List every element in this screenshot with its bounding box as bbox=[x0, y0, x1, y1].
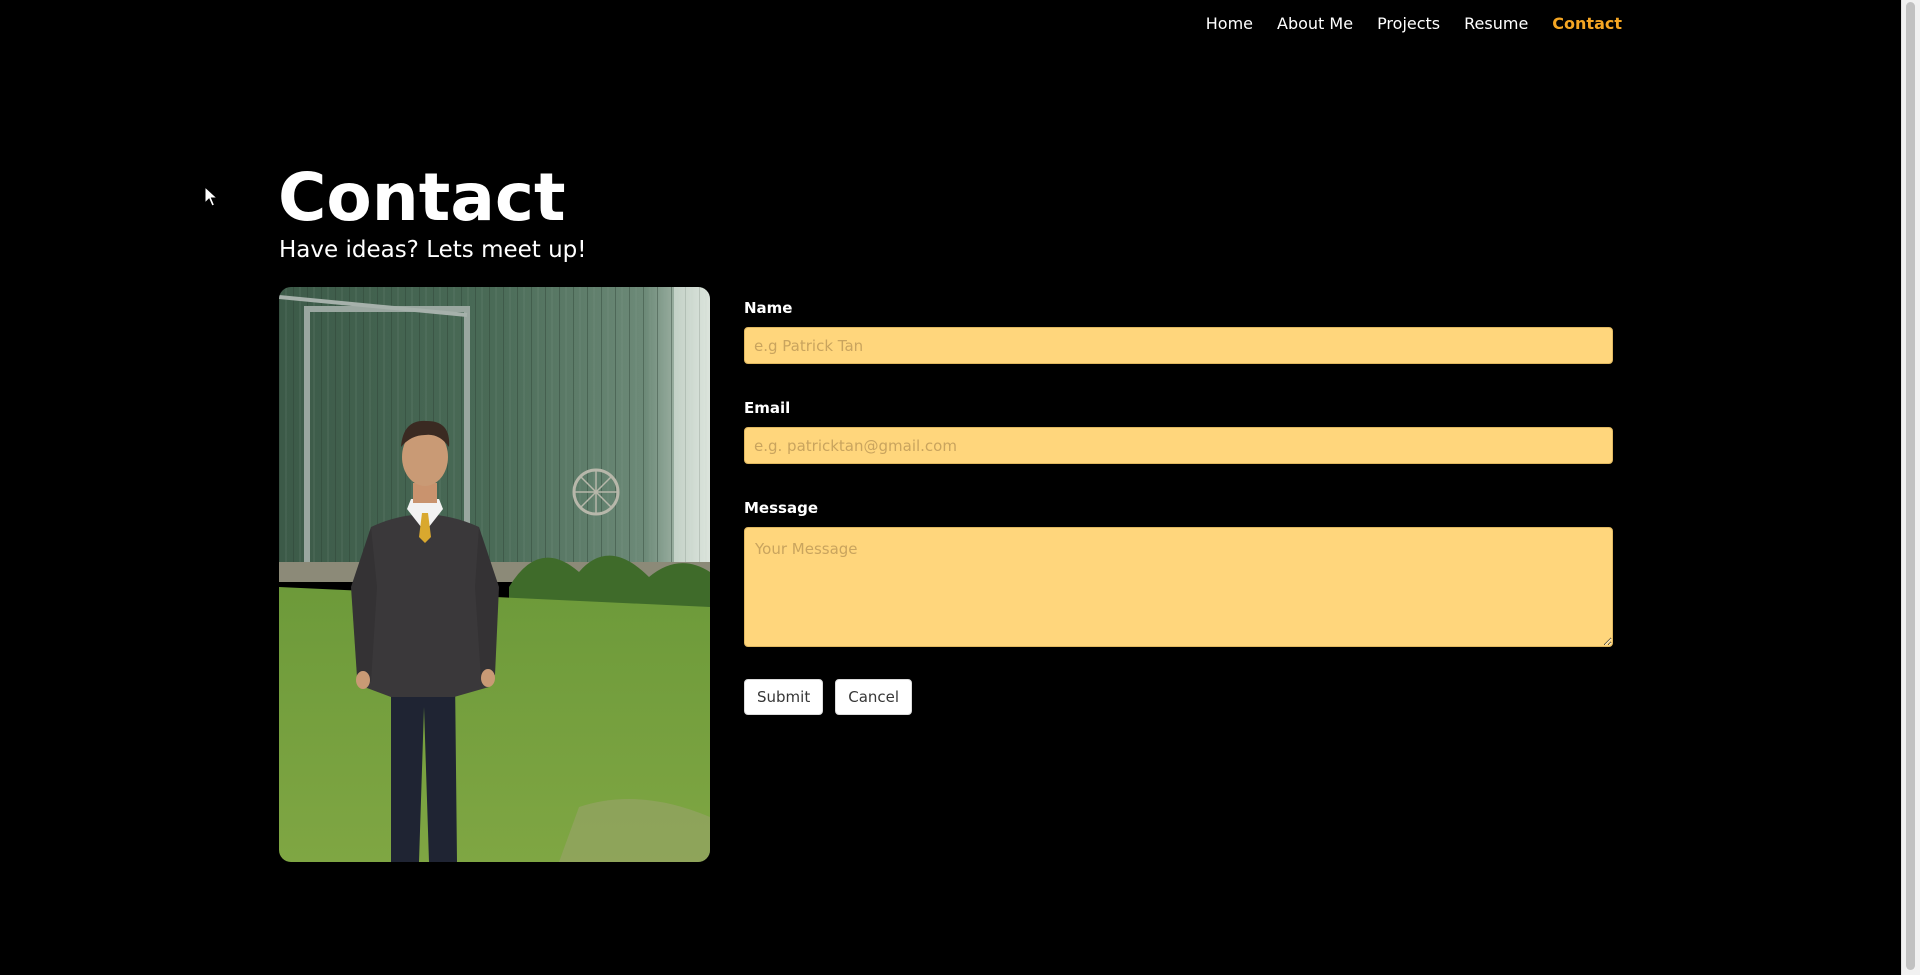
scrollbar-thumb[interactable] bbox=[1906, 2, 1915, 970]
message-group: Message bbox=[744, 496, 1613, 647]
name-label: Name bbox=[744, 299, 793, 317]
message-label: Message bbox=[744, 499, 818, 517]
nav-projects[interactable]: Projects bbox=[1377, 12, 1440, 36]
nav-home[interactable]: Home bbox=[1206, 12, 1253, 36]
contact-form: Name Email Message Submit Cancel bbox=[744, 296, 1613, 715]
form-buttons: Submit Cancel bbox=[744, 679, 1613, 715]
page: Home About Me Projects Resume Contact Co… bbox=[0, 0, 1901, 975]
email-input[interactable] bbox=[744, 427, 1613, 464]
portrait-photo bbox=[279, 287, 710, 862]
nav-contact[interactable]: Contact bbox=[1552, 12, 1622, 36]
email-label: Email bbox=[744, 399, 791, 417]
nav-about-me[interactable]: About Me bbox=[1277, 12, 1353, 36]
cancel-button[interactable]: Cancel bbox=[835, 679, 913, 715]
nav-resume[interactable]: Resume bbox=[1464, 12, 1528, 36]
page-subtitle: Have ideas? Lets meet up! bbox=[279, 237, 587, 263]
page-title: Contact bbox=[278, 159, 566, 236]
vertical-scrollbar[interactable] bbox=[1901, 0, 1920, 975]
name-input[interactable] bbox=[744, 327, 1613, 364]
name-group: Name bbox=[744, 296, 1613, 364]
top-nav: Home About Me Projects Resume Contact bbox=[1206, 12, 1622, 36]
submit-button[interactable]: Submit bbox=[744, 679, 824, 715]
email-group: Email bbox=[744, 396, 1613, 464]
message-textarea[interactable] bbox=[744, 527, 1613, 647]
mouse-cursor-icon bbox=[204, 186, 218, 207]
